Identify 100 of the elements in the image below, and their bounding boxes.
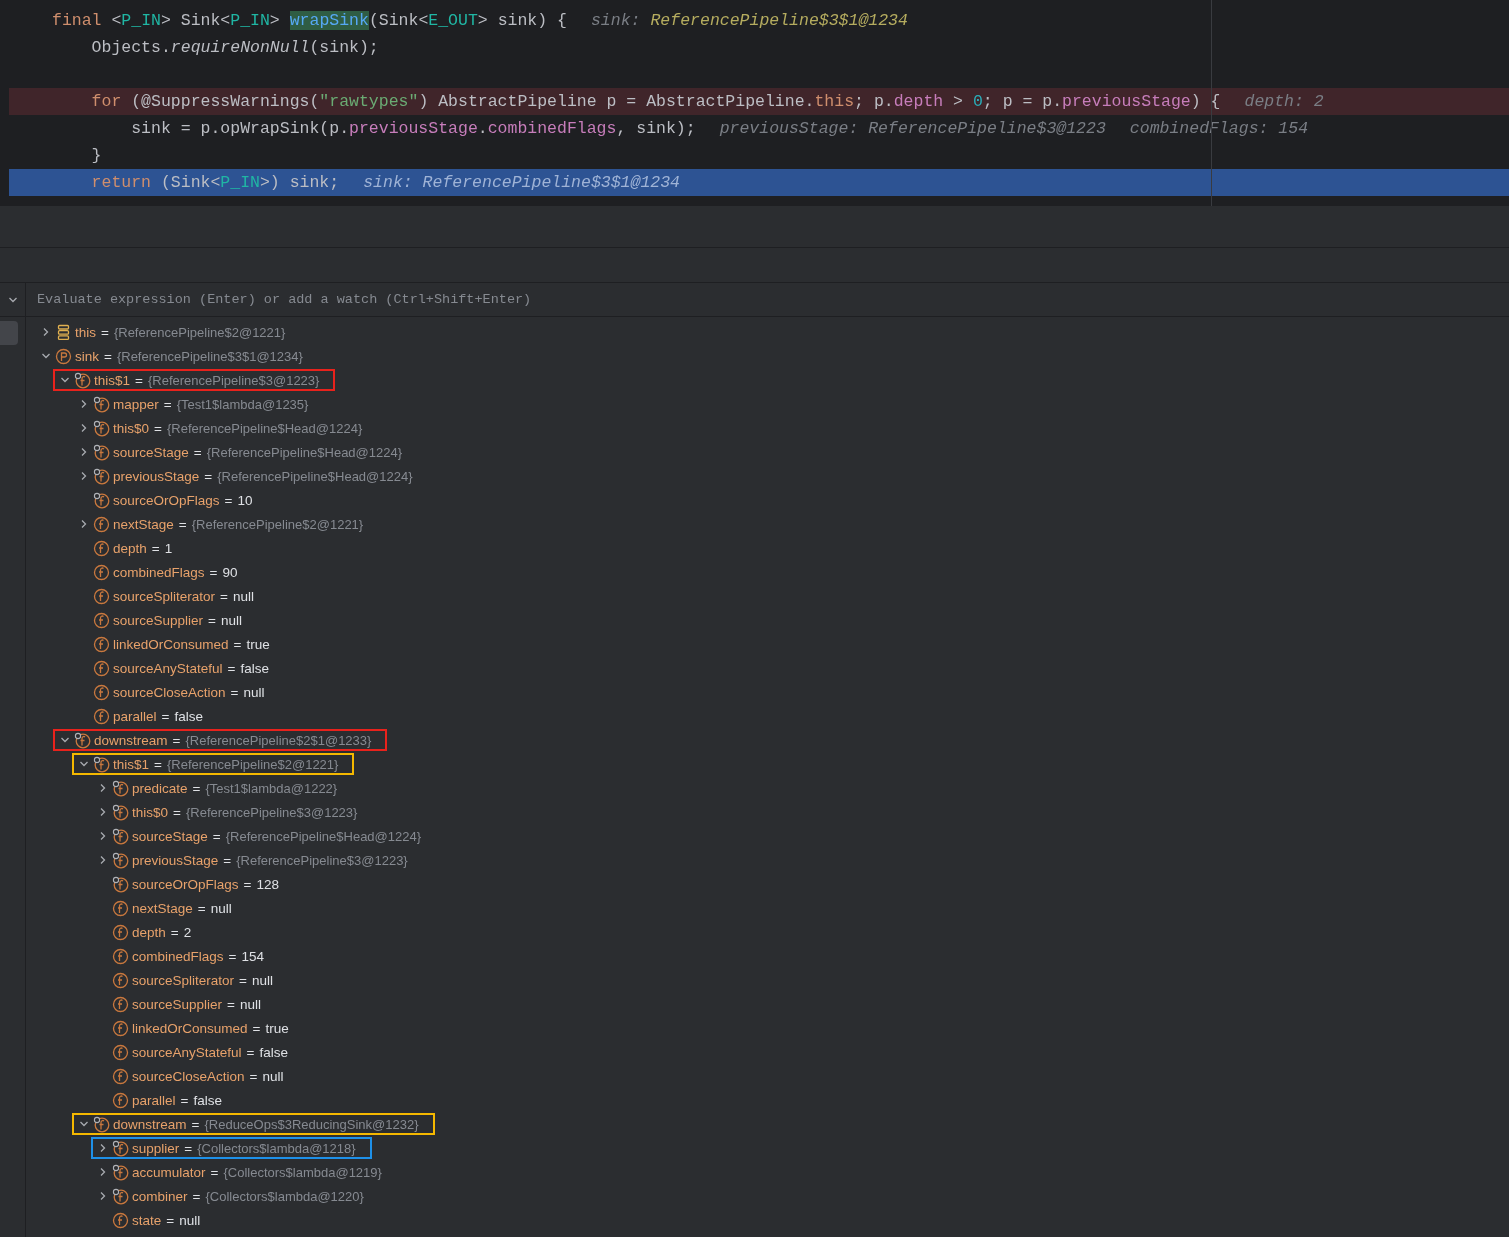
variable-value: {ReferencePipeline$2@1221} bbox=[113, 324, 286, 340]
variable-value: null bbox=[210, 900, 232, 916]
final-field-icon bbox=[93, 467, 110, 485]
variable-value: null bbox=[243, 684, 265, 700]
variable-value: {ReferencePipeline$Head@1224} bbox=[225, 828, 422, 844]
field-icon bbox=[112, 995, 129, 1013]
variable-value: false bbox=[259, 1044, 288, 1060]
code-text: sink = p.opWrapSink(p. bbox=[130, 119, 350, 138]
field-reference: previousStage bbox=[1062, 92, 1191, 111]
variable-name: sourceOrOpFlags bbox=[113, 492, 220, 508]
variable-name: sourceOrOpFlags bbox=[132, 876, 239, 892]
variable-value: 1 bbox=[164, 540, 173, 556]
inline-hint: sink: bbox=[590, 11, 641, 30]
variable-name: supplier bbox=[132, 1140, 180, 1156]
collapse-chevron-icon[interactable] bbox=[59, 375, 70, 385]
equals-sign: = bbox=[246, 1044, 255, 1060]
variable-name: accumulator bbox=[132, 1164, 206, 1180]
field-icon bbox=[112, 971, 129, 989]
frame-marker bbox=[0, 321, 18, 345]
field-icon bbox=[93, 611, 110, 629]
code-text: (Sink< bbox=[368, 11, 429, 30]
equals-sign: = bbox=[223, 852, 232, 868]
field-icon bbox=[112, 1091, 129, 1109]
final-field-icon bbox=[112, 803, 129, 821]
field-icon bbox=[112, 899, 129, 917]
variable-value: {ReferencePipeline$3@1223} bbox=[185, 804, 358, 820]
variable-value: null bbox=[232, 588, 254, 604]
equals-sign: = bbox=[193, 444, 202, 460]
equals-sign: = bbox=[204, 468, 213, 484]
final-field-icon bbox=[74, 731, 91, 749]
code-text: ) AbstractPipeline p = AbstractPipeline. bbox=[418, 92, 815, 111]
keyword: this bbox=[814, 92, 855, 111]
variable-name: depth bbox=[132, 924, 166, 940]
variable-name: sourceSupplier bbox=[113, 612, 204, 628]
field-icon bbox=[93, 515, 110, 533]
variable-value: 128 bbox=[256, 876, 279, 892]
code-text: ; p. bbox=[854, 92, 894, 111]
field-icon bbox=[112, 1067, 129, 1085]
equals-sign: = bbox=[101, 324, 109, 340]
final-field-icon bbox=[112, 1163, 129, 1181]
variable-value: {ReferencePipeline$3@1223} bbox=[236, 852, 408, 868]
keyword: return bbox=[90, 173, 153, 192]
variable-name: combinedFlags bbox=[132, 948, 224, 964]
variable-value: {Collectors$lambda@1219} bbox=[223, 1164, 382, 1180]
inline-hint-value: ReferencePipeline$3$1@1234 bbox=[650, 11, 908, 30]
code-text: (@SuppressWarnings( bbox=[131, 92, 320, 111]
variable-name: sink bbox=[75, 348, 99, 364]
variable-value: {Collectors$lambda@1218} bbox=[197, 1140, 356, 1156]
field-icon bbox=[93, 635, 110, 653]
parameter-icon bbox=[55, 347, 72, 365]
variable-value: {ReferencePipeline$Head@1224} bbox=[217, 468, 413, 484]
type-parameter: P_IN bbox=[220, 173, 260, 192]
equals-sign: = bbox=[209, 564, 218, 580]
collapse-chevron-icon[interactable] bbox=[78, 759, 89, 769]
inline-hint: previousStage: ReferencePipeline$3@1223 bbox=[719, 119, 1106, 138]
final-field-icon bbox=[93, 1115, 110, 1133]
equals-sign: = bbox=[233, 636, 242, 652]
string-literal: "rawtypes" bbox=[319, 92, 419, 111]
collapse-chevron-icon[interactable] bbox=[40, 351, 51, 361]
field-icon bbox=[112, 923, 129, 941]
code-text: (sink); bbox=[309, 38, 379, 57]
variable-name: sourceAnyStateful bbox=[113, 660, 223, 676]
equals-sign: = bbox=[151, 540, 160, 556]
variable-name: predicate bbox=[132, 780, 188, 796]
equals-sign: = bbox=[220, 588, 228, 604]
equals-sign: = bbox=[170, 924, 179, 940]
variable-name: this$0 bbox=[113, 420, 150, 436]
variable-value: {ReferencePipeline$3$1@1234} bbox=[116, 348, 303, 364]
equals-sign: = bbox=[184, 1140, 193, 1156]
code-text: > bbox=[269, 11, 281, 30]
variable-value: 90 bbox=[222, 564, 238, 580]
equals-sign: = bbox=[208, 612, 216, 628]
code-text: (Sink< bbox=[160, 173, 221, 192]
inline-hint: sink: ReferencePipeline$3$1@1234 bbox=[363, 173, 681, 192]
collapse-chevron-icon[interactable] bbox=[59, 735, 70, 745]
field-icon bbox=[93, 563, 110, 581]
field-icon bbox=[112, 1043, 129, 1061]
equals-sign: = bbox=[197, 900, 206, 916]
code-text: . bbox=[477, 119, 488, 138]
field-icon bbox=[93, 707, 110, 725]
final-field-icon bbox=[93, 755, 110, 773]
variable-name: this$0 bbox=[132, 804, 169, 820]
evaluate-expression-field[interactable]: Evaluate expression (Enter) or add a watch (Ctrl+Shift+Enter) bbox=[37, 292, 1509, 307]
type-parameter: E_OUT bbox=[428, 11, 478, 30]
variable-name: parallel bbox=[132, 1092, 176, 1108]
variable-name: combinedFlags bbox=[113, 564, 205, 580]
type-parameter: P_IN bbox=[121, 11, 161, 30]
equals-sign: = bbox=[154, 420, 162, 436]
keyword: final bbox=[52, 11, 103, 30]
variable-name: state bbox=[132, 1212, 162, 1228]
code-text: ; p = p. bbox=[982, 92, 1063, 111]
final-field-icon bbox=[112, 779, 129, 797]
field-reference: previousStage bbox=[349, 119, 478, 138]
variable-value: {ReferencePipeline$2@1221} bbox=[166, 756, 339, 772]
equals-sign: = bbox=[243, 876, 252, 892]
collapse-chevron-icon[interactable] bbox=[78, 1119, 89, 1129]
variable-value: {Collectors$lambda@1220} bbox=[205, 1188, 364, 1204]
equals-sign: = bbox=[154, 756, 162, 772]
equals-sign: = bbox=[228, 948, 237, 964]
variable-value: {ReferencePipeline$3@1223} bbox=[147, 372, 320, 388]
